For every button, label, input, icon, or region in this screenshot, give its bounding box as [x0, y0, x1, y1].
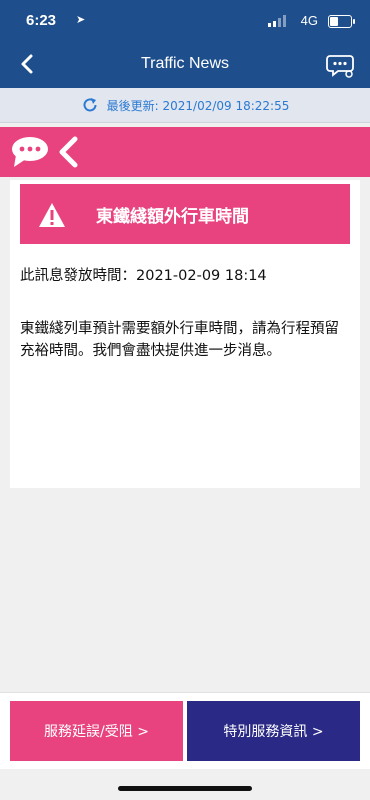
last-updated-bar[interactable]: 最後更新: 2021/02/09 18:22:55 [0, 88, 370, 123]
chevron-left-icon[interactable] [55, 135, 83, 169]
news-category-bar [0, 127, 370, 177]
home-indicator[interactable] [118, 786, 252, 791]
warning-icon [39, 203, 65, 227]
network-type: 4G [300, 13, 318, 28]
alert-title: 東鐵綫額外行車時間 [96, 207, 249, 227]
alert-header: 東鐵綫額外行車時間 [20, 184, 350, 244]
status-bar: 6:23 ➤ 4G [0, 0, 370, 42]
nav-bar: Traffic News [0, 42, 370, 88]
issued-time: 此訊息發放時間：2021-02-09 18:14 [20, 268, 267, 284]
status-time: 6:23 [26, 12, 57, 29]
last-updated-text: 最後更新: 2021/02/09 18:22:55 [106, 98, 290, 113]
signal-icon [268, 15, 286, 27]
location-arrow-icon: ➤ [76, 13, 86, 26]
special-service-button[interactable]: 特別服務資訊 > [187, 701, 360, 761]
alert-body: 東鐵綫列車預計需要額外行車時間，請為行程預留充裕時間。我們會盡快提供進一步消息。 [20, 321, 339, 359]
news-card: 東鐵綫額外行車時間 此訊息發放時間：2021-02-09 18:14 東鐵綫列車… [10, 180, 360, 488]
battery-icon [328, 15, 355, 28]
page-title: Traffic News [140, 55, 229, 72]
speech-bubble-icon [12, 137, 48, 167]
service-delay-button[interactable]: 服務延誤/受阻 > [10, 701, 183, 761]
chat-support-icon[interactable] [324, 48, 356, 80]
bottom-actions: 服務延誤/受阻 > 特別服務資訊 > [0, 692, 370, 769]
refresh-icon[interactable] [81, 96, 99, 114]
